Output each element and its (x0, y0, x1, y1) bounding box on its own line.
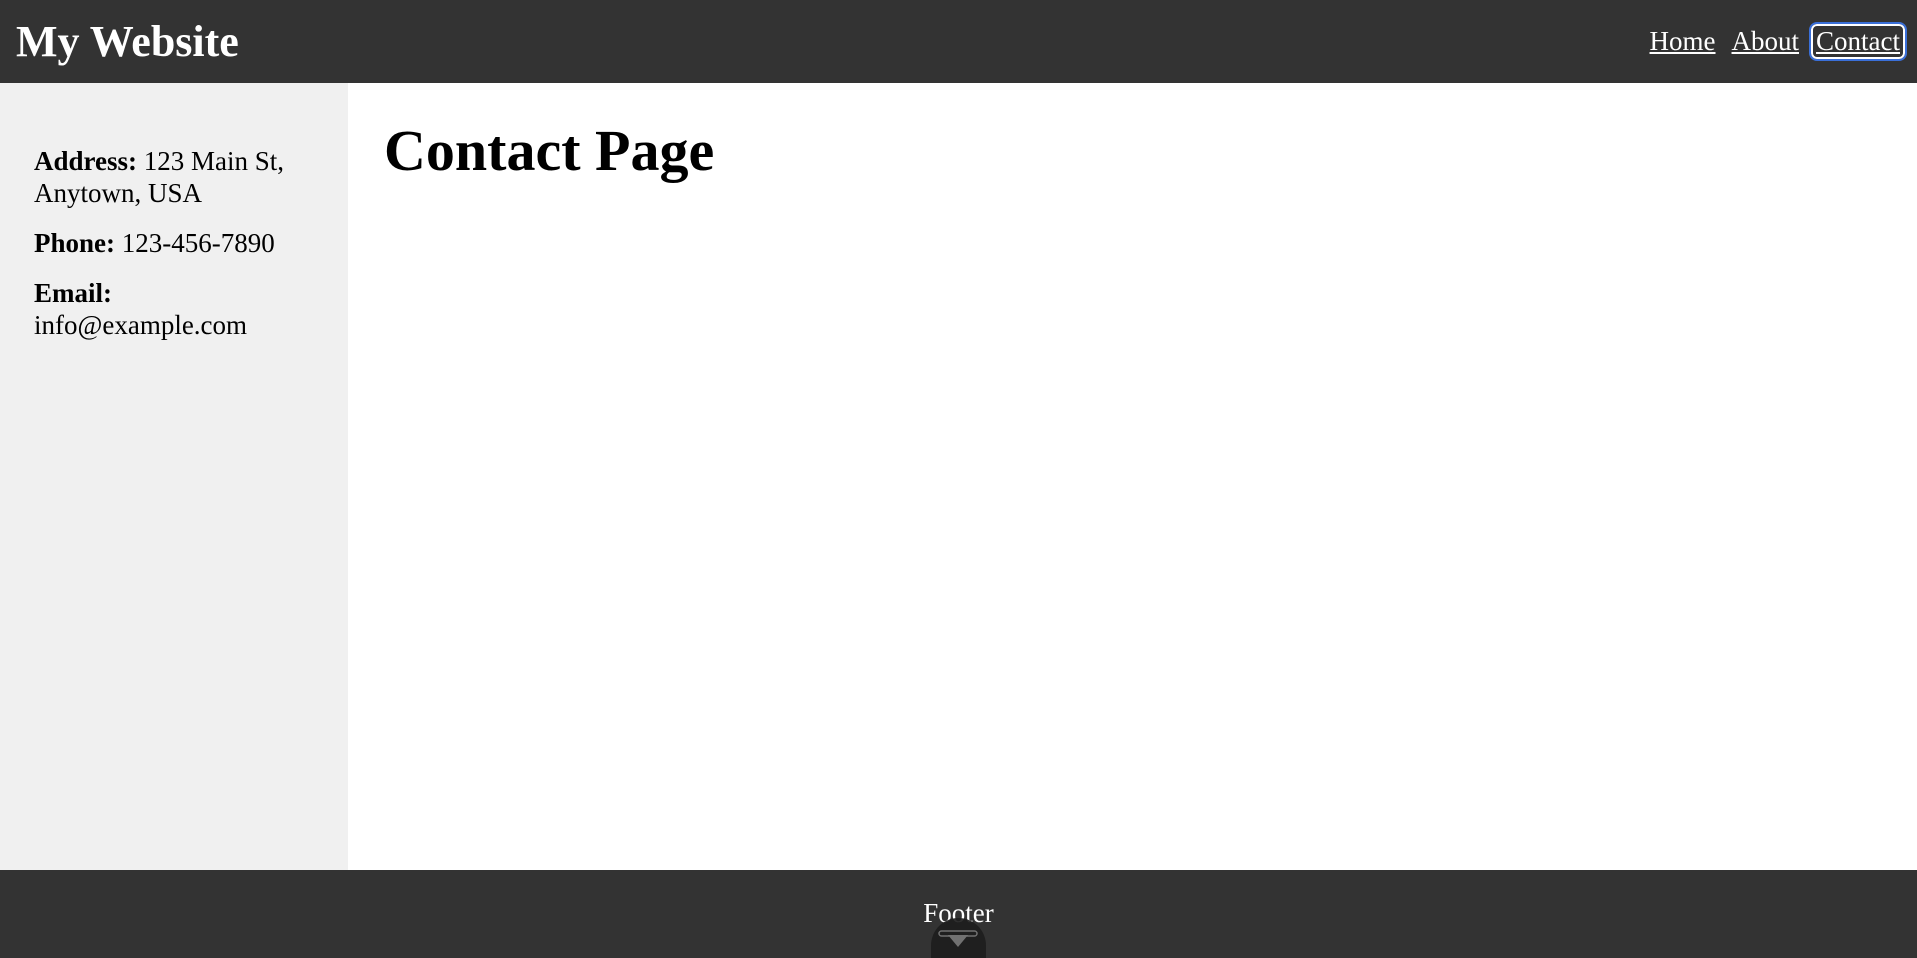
email-label: Email: (34, 278, 112, 308)
site-title: My Website (16, 16, 239, 66)
nav-link-contact[interactable]: Contact (1809, 21, 1907, 62)
phone-line: Phone: 123-456-7890 (34, 227, 314, 259)
email-value: info@example.com (34, 310, 248, 340)
contact-sidebar: Address: 123 Main St, Anytown, USA Phone… (0, 83, 348, 870)
page-title: Contact Page (384, 118, 715, 183)
main-content: Contact Page (348, 83, 1917, 870)
phone-label: Phone: (34, 228, 115, 258)
site-header: My Website Home About Contact (0, 0, 1917, 83)
address-label: Address: (34, 146, 138, 176)
phone-value: 123-456-7890 (121, 228, 275, 258)
chevron-down-icon (938, 930, 978, 947)
address-line: Address: 123 Main St, Anytown, USA (34, 145, 314, 209)
nav-link-about[interactable]: About (1728, 25, 1804, 59)
email-line: Email: info@example.com (34, 277, 314, 341)
main-nav: Home About Contact (1646, 21, 1907, 62)
nav-link-home[interactable]: Home (1646, 25, 1720, 59)
